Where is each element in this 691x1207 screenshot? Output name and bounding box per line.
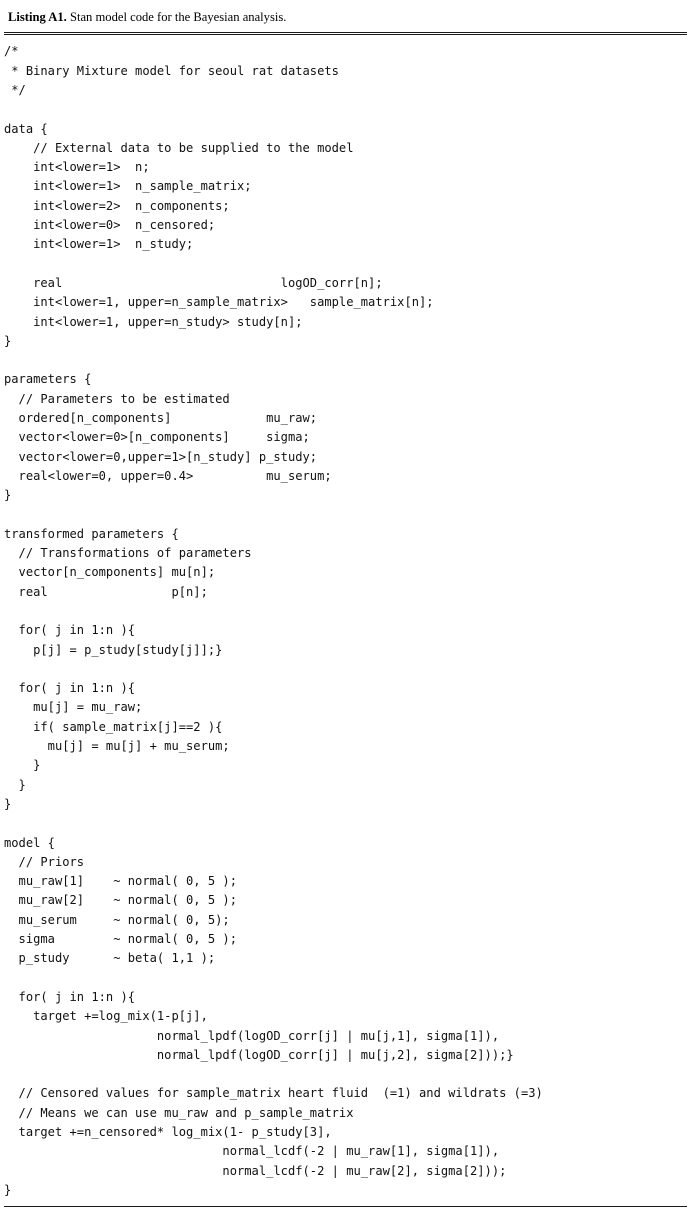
code-line: data { <box>4 121 48 136</box>
code-line: normal_lpdf(logOD_corr[j] | mu[j,2], sig… <box>4 1047 514 1062</box>
listing-caption-label: Listing A1. <box>8 10 67 24</box>
code-line: int<lower=1, upper=n_sample_matrix> samp… <box>4 295 434 310</box>
code-line: int<lower=1> n_study; <box>4 237 194 252</box>
code-line: real<lower=0, upper=0.4> mu_serum; <box>4 468 332 483</box>
code-line: p[j] = p_study[study[j]];} <box>4 642 223 657</box>
code-line: } <box>4 777 26 792</box>
code-line: if( sample_matrix[j]==2 ){ <box>4 719 223 734</box>
code-line: mu_raw[1] ~ normal( 0, 5 ); <box>4 874 237 889</box>
code-line: int<lower=1> n_sample_matrix; <box>4 179 252 194</box>
code-line: * Binary Mixture model for seoul rat dat… <box>4 63 339 78</box>
code-line: vector<lower=0>[n_components] sigma; <box>4 430 310 445</box>
listing-caption-text: Stan model code for the Bayesian analysi… <box>66 10 287 24</box>
code-line: mu[j] = mu_raw; <box>4 700 143 715</box>
code-line: vector<lower=0,upper=1>[n_study] p_study… <box>4 449 318 464</box>
code-line: for( j in 1:n ){ <box>4 623 136 638</box>
code-line: /* <box>4 44 19 59</box>
code-line: for( j in 1:n ){ <box>4 989 136 1004</box>
stan-code-block: /* * Binary Mixture model for seoul rat … <box>0 35 691 1206</box>
code-line: } <box>4 333 12 348</box>
code-line: int<lower=0> n_censored; <box>4 218 216 233</box>
code-line: parameters { <box>4 372 92 387</box>
code-line: mu_serum ~ normal( 0, 5); <box>4 912 230 927</box>
code-line: normal_lcdf(-2 | mu_raw[1], sigma[1]), <box>4 1144 500 1159</box>
code-line: normal_lcdf(-2 | mu_raw[2], sigma[2])); <box>4 1163 507 1178</box>
code-line: target +=log_mix(1-p[j], <box>4 1009 208 1024</box>
code-line: sigma ~ normal( 0, 5 ); <box>4 932 237 947</box>
code-line: for( j in 1:n ){ <box>4 681 136 696</box>
code-line: model { <box>4 835 55 850</box>
code-line: // Means we can use mu_raw and p_sample_… <box>4 1105 354 1120</box>
code-line: ordered[n_components] mu_raw; <box>4 411 318 426</box>
listing-figure: Listing A1. Stan model code for the Baye… <box>0 0 691 1207</box>
code-line: int<lower=1> n; <box>4 160 150 175</box>
code-line: // Censored values for sample_matrix hea… <box>4 1086 543 1101</box>
code-line: normal_lpdf(logOD_corr[j] | mu[j,1], sig… <box>4 1028 500 1043</box>
code-line: } <box>4 796 12 811</box>
listing-caption: Listing A1. Stan model code for the Baye… <box>0 0 691 32</box>
code-line: */ <box>4 82 26 97</box>
code-line: int<lower=1, upper=n_study> study[n]; <box>4 314 303 329</box>
code-line: int<lower=2> n_components; <box>4 198 230 213</box>
code-line: real p[n]; <box>4 584 208 599</box>
code-line: // Priors <box>4 854 85 869</box>
code-line: } <box>4 488 12 503</box>
code-line: } <box>4 1182 12 1197</box>
code-line: // External data to be supplied to the m… <box>4 140 354 155</box>
code-line: transformed parameters { <box>4 526 179 541</box>
code-line: // Parameters to be estimated <box>4 391 230 406</box>
code-line: target +=n_censored* log_mix(1- p_study[… <box>4 1125 332 1140</box>
code-line: // Transformations of parameters <box>4 546 252 561</box>
code-line: real logOD_corr[n]; <box>4 275 383 290</box>
code-line: } <box>4 758 41 773</box>
code-line: mu[j] = mu[j] + mu_serum; <box>4 739 230 754</box>
code-line: p_study ~ beta( 1,1 ); <box>4 951 216 966</box>
code-line: vector[n_components] mu[n]; <box>4 565 216 580</box>
code-line: mu_raw[2] ~ normal( 0, 5 ); <box>4 893 237 908</box>
